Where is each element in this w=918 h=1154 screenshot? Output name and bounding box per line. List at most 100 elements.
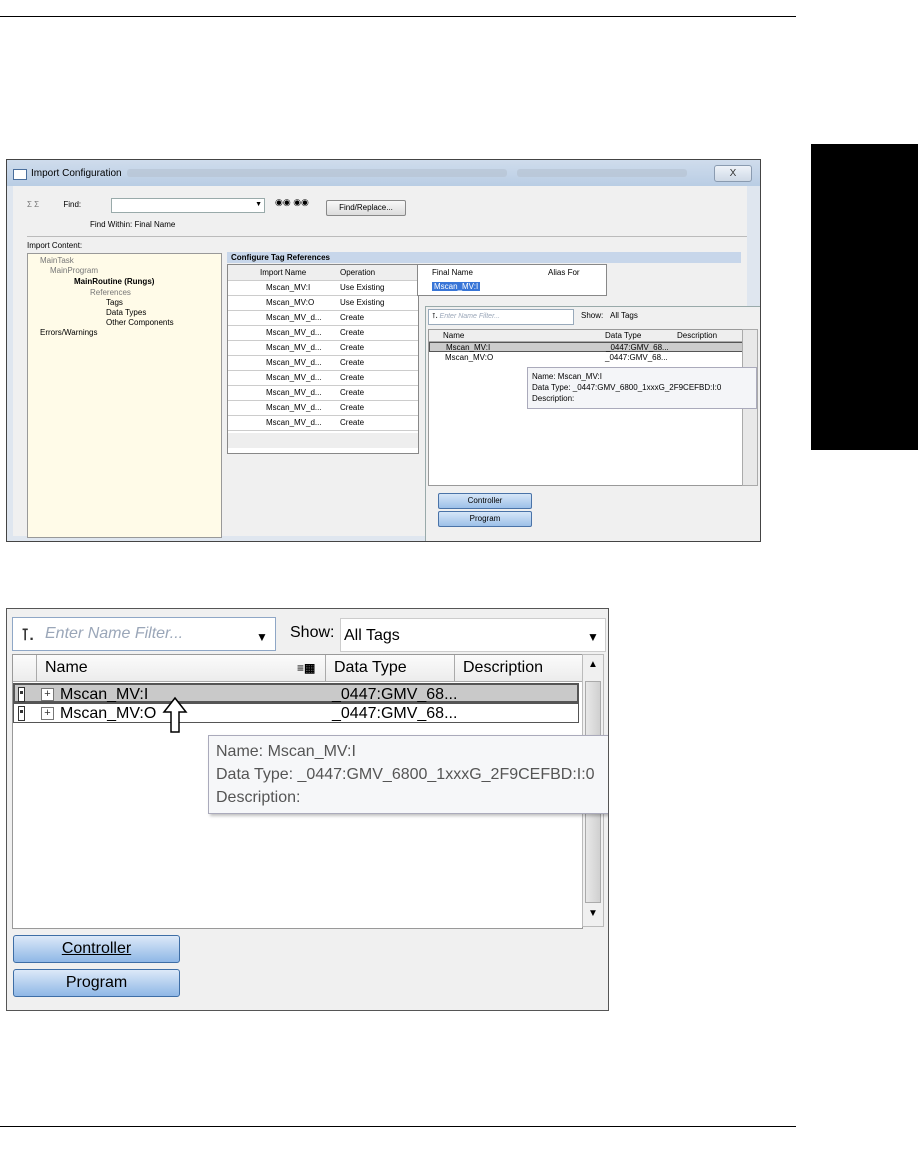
chapter-side-tab [811, 144, 918, 450]
filter-icon[interactable]: ⊺. [21, 625, 34, 645]
tag-data-type: _0447:GMV_68... [332, 705, 458, 722]
data-type-column-header[interactable]: Data Type [326, 655, 455, 681]
table-row[interactable]: Mscan_MV_d... Create [228, 325, 418, 341]
horizontal-scrollbar[interactable] [228, 433, 418, 448]
import-name-cell: Mscan_MV_d... [266, 418, 322, 427]
import-name-cell: Mscan_MV_d... [266, 313, 322, 322]
import-configuration-screenshot: Import Configuration X Σ Σ Find: ▼ ◉◉ ◉◉… [6, 159, 761, 542]
table-row[interactable]: Mscan_MV_d... Create [228, 340, 418, 356]
chevron-down-icon[interactable]: ▼ [256, 630, 268, 644]
close-button[interactable]: X [714, 165, 752, 182]
scroll-up-icon[interactable]: ▲ [588, 659, 598, 670]
find-input[interactable]: ▼ [111, 198, 265, 213]
program-button[interactable]: Program [13, 969, 180, 997]
tag-type: _0447:GMV_68... [605, 353, 668, 362]
tooltip-description: Description: [216, 789, 301, 806]
final-name-field[interactable]: Mscan_MV:I [432, 282, 481, 291]
scroll-down-icon[interactable]: ▼ [588, 908, 598, 919]
window-titlebar: Import Configuration X [7, 160, 760, 186]
table-row[interactable]: Mscan_MV_d... Create [228, 400, 418, 416]
table-row[interactable]: Mscan_MV:I Use Existing [228, 280, 418, 296]
tag-references-grid: Import Name Operation Mscan_MV:I Use Exis… [227, 264, 419, 454]
tooltip-description: Description: [532, 394, 575, 403]
import-content-tree: MainTask MainProgram MainRoutine (Rungs)… [27, 253, 222, 538]
tree-item-mainprogram[interactable]: MainProgram [50, 266, 98, 275]
blurred-title-text-2 [517, 169, 687, 177]
alias-for-header[interactable]: Alias For [548, 268, 580, 277]
window-title: Import Configuration [31, 168, 122, 179]
operation-cell[interactable]: Use Existing [340, 295, 384, 310]
tree-item-maintask[interactable]: MainTask [40, 256, 74, 265]
window-icon [13, 169, 27, 180]
blurred-title-text [127, 169, 507, 177]
import-name-cell: Mscan_MV_d... [266, 403, 322, 412]
operation-cell[interactable]: Create [340, 325, 364, 340]
show-label: Show: [290, 624, 335, 641]
operation-header[interactable]: Operation [340, 265, 375, 280]
tag-list-header: Name ≡▦ Data Type Description [13, 655, 582, 682]
tag-row-mscan-mv-o[interactable]: Mscan_MV:O _0447:GMV_68... [429, 353, 743, 363]
operation-cell[interactable]: Create [340, 370, 364, 385]
import-name-cell: Mscan_MV_d... [266, 328, 322, 337]
operation-cell[interactable]: Create [340, 385, 364, 400]
expand-icon[interactable]: + [41, 688, 54, 701]
separator [27, 236, 747, 237]
description-column-header[interactable]: Description [455, 655, 582, 681]
program-button-label: Program [65, 974, 128, 991]
tree-item-errors-warnings[interactable]: Errors/Warnings [40, 328, 98, 337]
binoculars-icon[interactable]: ◉◉ ◉◉ [275, 197, 309, 208]
icon-column-header[interactable] [13, 655, 37, 681]
footer-rule [0, 1126, 796, 1127]
sort-icon[interactable]: ≡▦ [297, 655, 315, 681]
table-row[interactable]: Mscan_MV_d... Create [228, 385, 418, 401]
tree-item-other-components[interactable]: Other Components [106, 318, 174, 327]
name-filter-input[interactable]: ⊺. Enter Name Filter... ▼ [12, 617, 276, 651]
tag-row-mscan-mv-i[interactable]: + Mscan_MV:I _0447:GMV_68... [13, 683, 579, 703]
tree-item-data-types[interactable]: Data Types [106, 308, 146, 317]
operation-cell[interactable]: Create [340, 415, 364, 430]
chevron-down-icon[interactable]: ▼ [587, 630, 599, 644]
import-name-cell: Mscan_MV_d... [266, 373, 322, 382]
final-name-header[interactable]: Final Name [432, 268, 473, 277]
table-row[interactable]: Mscan_MV:O Use Existing [228, 295, 418, 311]
tag-browser-popup: ⊺. Enter Name Filter... Show: All Tags N… [425, 306, 760, 541]
operation-cell[interactable]: Create [340, 310, 364, 325]
controller-button-label: Controller [61, 940, 132, 957]
tag-tooltip: Name: Mscan_MV:I Data Type: _0447:GMV_68… [208, 735, 608, 814]
operation-cell[interactable]: Use Existing [340, 280, 384, 295]
collapse-icon[interactable]: Σ Σ [27, 200, 39, 209]
table-row[interactable]: Mscan_MV_d... Create [228, 310, 418, 326]
expand-icon[interactable]: + [41, 707, 54, 720]
name-column-header[interactable]: Name [443, 331, 464, 340]
table-row[interactable]: Mscan_MV_d... Create [228, 415, 418, 431]
chevron-down-icon[interactable]: ▼ [255, 201, 262, 208]
tag-tooltip: Name: Mscan_MV:I Data Type: _0447:GMV_68… [527, 367, 757, 409]
find-replace-button[interactable]: Find/Replace... [326, 200, 406, 216]
name-filter-input[interactable]: ⊺. Enter Name Filter... [428, 309, 574, 325]
controller-button[interactable]: Controller [438, 493, 532, 509]
tree-item-references[interactable]: References [90, 288, 131, 297]
configure-tag-references-title: Configure Tag References [227, 252, 741, 263]
find-row: Σ Σ Find: [27, 200, 81, 209]
tree-item-mainroutine[interactable]: MainRoutine (Rungs) [74, 277, 154, 286]
tag-row-mscan-mv-i[interactable]: Mscan_MV:I _0447:GMV_68... [429, 342, 743, 352]
table-row[interactable]: Mscan_MV_d... Create [228, 370, 418, 386]
data-type-column-header[interactable]: Data Type [605, 331, 641, 340]
description-column-header[interactable]: Description [677, 331, 717, 340]
show-select[interactable]: All Tags ▼ [340, 618, 606, 652]
program-button[interactable]: Program [438, 511, 532, 527]
controller-button[interactable]: Controller [13, 935, 180, 963]
operation-cell[interactable]: Create [340, 355, 364, 370]
tag-row-mscan-mv-o[interactable]: + Mscan_MV:O _0447:GMV_68... [13, 703, 579, 723]
tag-browser-zoomed-screenshot: ⊺. Enter Name Filter... ▼ Show: All Tags… [6, 608, 609, 1011]
operation-cell[interactable]: Create [340, 340, 364, 355]
tooltip-name: Name: Mscan_MV:I [532, 372, 602, 381]
import-name-header[interactable]: Import Name [260, 265, 306, 280]
dialog-body: Σ Σ Find: ▼ ◉◉ ◉◉ Find/Replace... Find W… [13, 186, 760, 541]
name-column-header[interactable]: Name ≡▦ [37, 655, 326, 681]
import-name-cell: Mscan_MV:O [266, 298, 315, 307]
operation-cell[interactable]: Create [340, 400, 364, 415]
table-row[interactable]: Mscan_MV_d... Create [228, 355, 418, 371]
show-select[interactable]: All Tags [610, 311, 638, 320]
tree-item-tags[interactable]: Tags [106, 298, 123, 307]
